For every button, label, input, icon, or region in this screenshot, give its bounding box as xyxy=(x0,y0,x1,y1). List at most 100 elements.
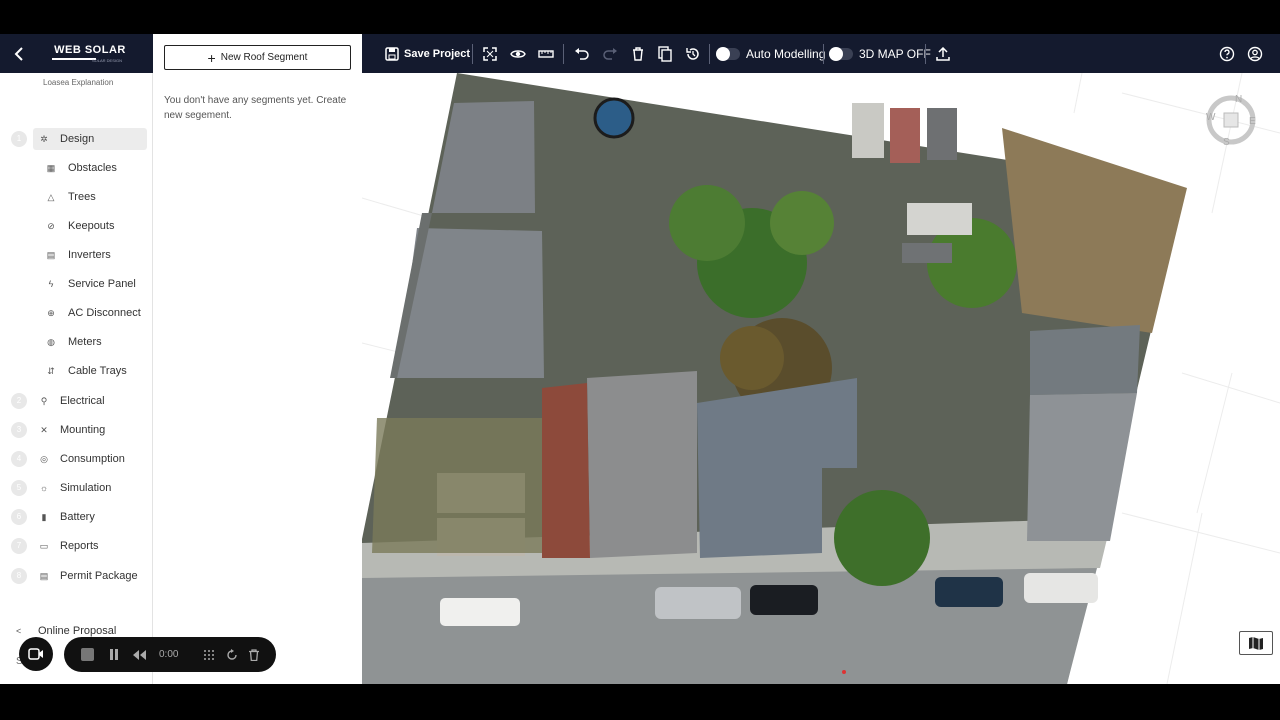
design-item-label: Trees xyxy=(68,191,96,203)
logo-underline xyxy=(52,58,96,60)
3d-map-switch[interactable] xyxy=(829,46,853,61)
folder-icon: ▭ xyxy=(39,541,49,551)
compass-widget[interactable]: N E S W xyxy=(1204,93,1258,148)
save-project-label: Save Project xyxy=(404,47,471,60)
rewind-button[interactable] xyxy=(133,637,146,672)
grid-button[interactable] xyxy=(203,637,215,672)
app-window: WEB SOLAR SOLAR DESIGN Loasea Explanatio… xyxy=(0,34,1280,684)
step-mounting[interactable]: 3 ✕ Mounting xyxy=(0,418,153,444)
trash-icon xyxy=(249,648,259,661)
logo-subtext: SOLAR DESIGN xyxy=(91,58,122,63)
undo-icon xyxy=(575,47,589,60)
design-item-label: Service Panel xyxy=(68,278,136,290)
recording-time: 0:00 xyxy=(159,649,179,660)
step-number: 8 xyxy=(11,568,27,584)
step-label: Reports xyxy=(60,540,99,552)
compass-icon: N E S W xyxy=(1206,94,1256,148)
design-item-service-panel[interactable]: ϟ Service Panel xyxy=(0,272,153,298)
design-item-obstacles[interactable]: ▦ Obstacles xyxy=(0,156,153,182)
view-button[interactable] xyxy=(510,34,526,73)
recorder-controls: 0:00 xyxy=(64,637,276,672)
auto-modelling-switch[interactable] xyxy=(716,46,740,61)
recorder-camera-button[interactable] xyxy=(19,637,53,671)
step-number: 3 xyxy=(11,422,27,438)
save-project-button[interactable]: Save Project xyxy=(385,34,470,73)
eye-icon xyxy=(510,49,526,58)
step-consumption[interactable]: 4 ◎ Consumption xyxy=(0,447,153,473)
compass-north: N xyxy=(1235,94,1242,105)
design-item-meters[interactable]: ◍ Meters xyxy=(0,330,153,356)
step-simulation[interactable]: 5 ☼ Simulation xyxy=(0,476,153,502)
tree-icon: △ xyxy=(47,192,55,202)
map-icon xyxy=(1249,637,1263,650)
step-label: Battery xyxy=(60,511,95,523)
design-icon: ✲ xyxy=(40,134,48,144)
design-item-trees[interactable]: △ Trees xyxy=(0,185,153,211)
plug-icon: ⚲ xyxy=(40,396,48,406)
step-reports[interactable]: 7 ▭ Reports xyxy=(0,534,153,560)
step-label: Consumption xyxy=(60,453,125,465)
auto-modelling-toggle[interactable]: Auto Modelling xyxy=(716,34,825,73)
user-icon xyxy=(1247,46,1263,61)
redo-icon xyxy=(603,47,617,60)
step-permit-package[interactable]: 8 ▤ Permit Package xyxy=(0,564,153,590)
compass-east: E xyxy=(1249,116,1256,127)
obstacles-icon: ▦ xyxy=(46,163,56,173)
workflow-sidebar: WEB SOLAR SOLAR DESIGN Loasea Explanatio… xyxy=(0,34,153,684)
stop-button[interactable] xyxy=(81,637,94,672)
satellite-map-canvas[interactable]: N E S W xyxy=(362,73,1280,684)
rewind-icon xyxy=(133,649,146,660)
aerial-photo xyxy=(362,73,1187,684)
share-icon: < xyxy=(16,626,22,636)
step-design[interactable]: 1 ✲ Design xyxy=(0,127,153,153)
design-item-keepouts[interactable]: ⊘ Keepouts xyxy=(0,214,153,240)
design-item-label: Inverters xyxy=(68,249,111,261)
design-item-label: Keepouts xyxy=(68,220,115,232)
document-icon: ▤ xyxy=(39,571,49,581)
empty-segments-message: You don't have any segments yet. Create … xyxy=(164,95,347,121)
map-layer-button[interactable] xyxy=(1239,631,1273,655)
chevron-left-icon xyxy=(14,47,23,61)
step-number: 1 xyxy=(11,131,27,147)
3d-map-toggle[interactable]: 3D MAP OFF xyxy=(829,34,931,73)
step-electrical[interactable]: 2 ⚲ Electrical xyxy=(0,389,153,415)
design-item-label: Cable Trays xyxy=(68,365,127,377)
toolbar-divider xyxy=(925,44,926,64)
design-item-label: Meters xyxy=(68,336,102,348)
toolbar-divider xyxy=(563,44,564,64)
discard-button[interactable] xyxy=(248,637,260,672)
design-item-ac-disconnect[interactable]: ⊕ AC Disconnect xyxy=(0,301,153,327)
disconnect-icon: ⊕ xyxy=(47,308,55,318)
logo: WEB SOLAR SOLAR DESIGN xyxy=(52,44,128,66)
top-toolbar: Save Project Auto Modelling 3D MAP OFF xyxy=(362,34,1280,73)
new-roof-segment-button[interactable]: + New Roof Segment xyxy=(164,45,351,70)
undo-button[interactable] xyxy=(574,34,590,73)
design-item-inverters[interactable]: ▤ Inverters xyxy=(0,243,153,269)
fullscreen-button[interactable] xyxy=(483,34,497,73)
copy-button[interactable] xyxy=(658,34,672,73)
step-battery[interactable]: 6 ▮ Battery xyxy=(0,505,153,531)
help-button[interactable] xyxy=(1219,34,1235,73)
copy-icon xyxy=(658,45,672,62)
measure-button[interactable] xyxy=(538,34,554,73)
step-label: Electrical xyxy=(60,395,105,407)
history-button[interactable] xyxy=(685,34,701,73)
step-number: 6 xyxy=(11,509,27,525)
plus-icon: + xyxy=(207,49,216,66)
account-button[interactable] xyxy=(1247,34,1263,73)
restart-button[interactable] xyxy=(226,637,238,672)
design-item-cable-trays[interactable]: ⇵ Cable Trays xyxy=(0,359,153,385)
redo-button[interactable] xyxy=(602,34,618,73)
history-icon xyxy=(686,47,699,60)
grid-dots-icon xyxy=(204,649,214,660)
step-number: 4 xyxy=(11,451,27,467)
export-button[interactable] xyxy=(936,34,950,73)
project-subtitle: Loasea Explanation xyxy=(43,78,114,87)
back-button[interactable] xyxy=(10,44,30,64)
delete-button[interactable] xyxy=(631,34,645,73)
online-proposal-label: Online Proposal xyxy=(38,625,117,637)
pause-button[interactable] xyxy=(109,637,119,672)
ruler-icon xyxy=(538,49,554,58)
upload-icon xyxy=(936,46,950,61)
3d-map-label: 3D MAP OFF xyxy=(859,46,931,61)
